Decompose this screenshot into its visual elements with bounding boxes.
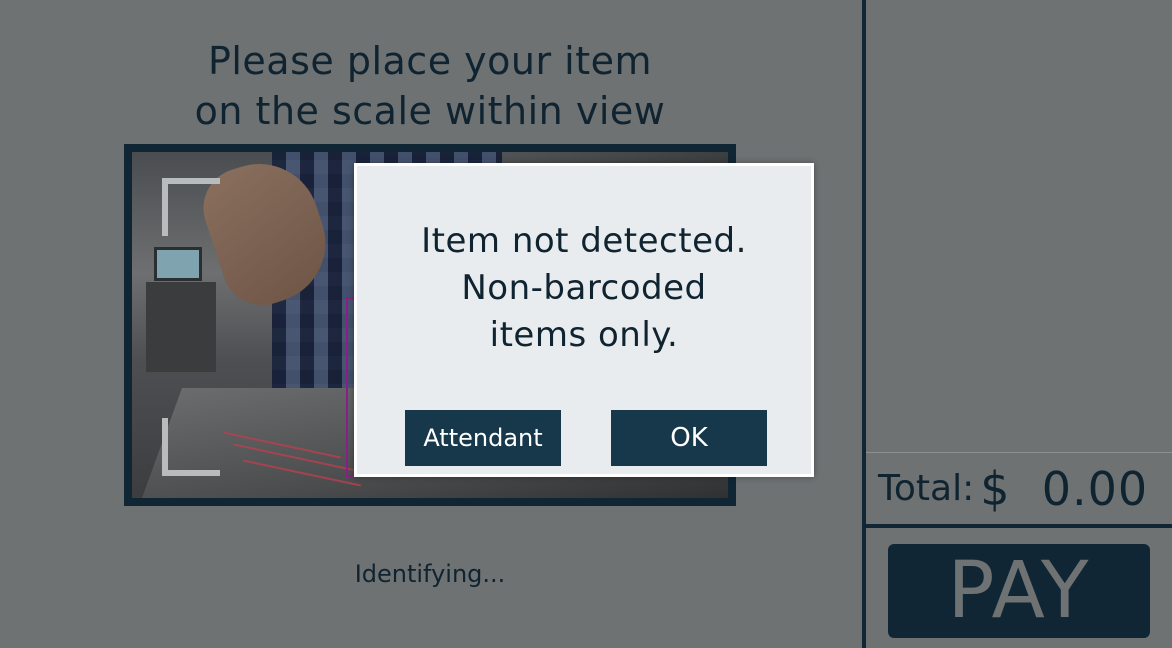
pay-button[interactable]: PAY bbox=[888, 544, 1150, 638]
status-text: Identifying... bbox=[354, 560, 506, 588]
dialog-message-line-1: Item not detected. bbox=[421, 221, 747, 261]
kiosk-screen bbox=[154, 247, 202, 281]
attendant-button[interactable]: Attendant bbox=[405, 410, 561, 466]
instruction-text: Please place your item on the scale with… bbox=[130, 36, 730, 136]
instruction-line-1: Please place your item bbox=[207, 39, 653, 83]
right-panel: Total: $ 0.00 PAY bbox=[862, 0, 1172, 648]
kiosk-body bbox=[146, 282, 216, 372]
viewfinder-corner-top-left bbox=[162, 178, 220, 236]
total-label: Total: bbox=[878, 468, 975, 509]
viewfinder-corner-bottom-left bbox=[162, 418, 220, 476]
ok-button[interactable]: OK bbox=[611, 410, 767, 466]
total-value: $ 0.00 bbox=[980, 461, 1149, 516]
dialog-message-line-2: Non-barcoded bbox=[461, 268, 707, 308]
dialog-message: Item not detected. Non-barcoded items on… bbox=[357, 218, 811, 359]
total-row: Total: $ 0.00 bbox=[866, 452, 1172, 528]
instruction-line-2: on the scale within view bbox=[194, 89, 666, 133]
dialog-message-line-3: items only. bbox=[489, 315, 679, 355]
item-not-detected-dialog: Item not detected. Non-barcoded items on… bbox=[354, 163, 814, 477]
